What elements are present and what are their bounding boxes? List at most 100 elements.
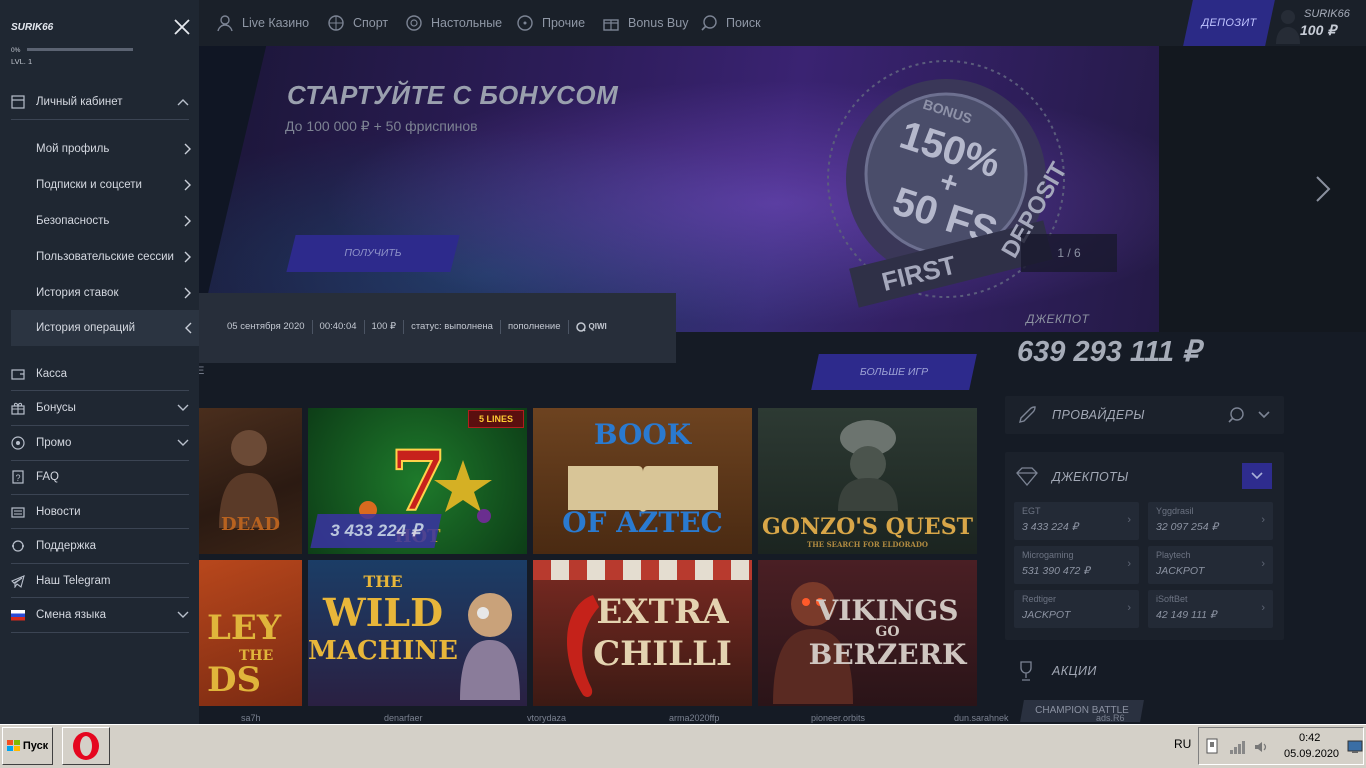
game-tile[interactable]: EXTRA CHILLI — [533, 560, 752, 706]
account-icon — [11, 95, 25, 109]
winner-name: pioneer.orbits — [811, 713, 866, 723]
jackpot-cell[interactable]: Playtech JACKPOT › — [1148, 546, 1273, 584]
promo-banner[interactable]: СТАРТУЙТЕ С БОНУСОМ До 100 000 ₽ + 50 фр… — [199, 46, 1366, 332]
providers-title: ПРОВАЙДЕРЫ — [1052, 408, 1145, 422]
game-subtitle: THE SEARCH FOR ELDORADO — [806, 540, 929, 549]
chevron-right-icon: › — [1127, 602, 1131, 614]
chevron-right-icon — [184, 132, 192, 166]
chevron-right-icon: › — [1261, 558, 1265, 570]
winner-name: dun.sarahnek — [954, 713, 1009, 723]
sidebar-subitem-bet-history[interactable]: История ставок — [36, 276, 192, 310]
nav-search[interactable]: Поиск — [700, 0, 761, 46]
sidebar-item-news[interactable]: Новости — [11, 495, 189, 529]
more-games-button[interactable]: БОЛЬШЕ ИГР — [811, 354, 977, 390]
game-tile[interactable]: LEY THE DS — [199, 560, 302, 706]
svg-text:?: ? — [15, 473, 20, 483]
sidebar-item-support[interactable]: Поддержка — [11, 529, 189, 563]
opera-taskbar-button[interactable] — [62, 727, 110, 765]
game-tile[interactable]: DEAD — [199, 408, 302, 554]
clock-time[interactable]: 0:42 — [1299, 732, 1320, 744]
chevron-right-icon — [184, 204, 192, 238]
chevron-right-icon: › — [1261, 602, 1265, 614]
deposit-button[interactable]: ДЕПОЗИТ — [1183, 0, 1275, 46]
sidebar-item-label: Касса — [36, 368, 67, 380]
operation-type: пополнение — [501, 320, 569, 334]
chevron-down-icon — [177, 391, 189, 425]
chevron-right-icon — [184, 168, 192, 202]
trophy-icon — [1020, 661, 1032, 681]
game-tile[interactable]: GONZO'S QUEST THE SEARCH FOR ELDORADO — [758, 408, 977, 554]
providers-panel[interactable]: ПРОВАЙДЕРЫ — [1005, 396, 1284, 434]
jackpot-cell[interactable]: Yggdrasil 32 097 254 ₽ › — [1148, 502, 1273, 540]
winner-name: arma2020ffp — [669, 713, 720, 723]
windows-logo-icon — [6, 740, 20, 751]
close-icon[interactable] — [172, 17, 192, 37]
promo-icon — [11, 436, 25, 450]
signal-icon[interactable] — [1229, 740, 1247, 754]
jackpot-provider: iSoftBet — [1156, 594, 1188, 604]
sidebar-item-language[interactable]: Смена языка — [11, 598, 189, 632]
sidebar-item-cashier[interactable]: Касса — [11, 357, 189, 391]
game-title-3: BERZERK — [808, 638, 967, 671]
language-indicator[interactable]: RU — [1174, 737, 1191, 751]
chevron-down-icon[interactable] — [1257, 409, 1271, 421]
sidebar-subitem-sessions[interactable]: Пользовательские сессии — [36, 240, 192, 274]
jackpot-cell[interactable]: Redtiger JACKPOT › — [1014, 590, 1139, 628]
nav-live-casino[interactable]: Live Казино — [216, 0, 309, 46]
game-title: OF AZTEC — [562, 506, 723, 539]
sidebar-subitem-profile[interactable]: Мой профиль — [36, 132, 192, 166]
jackpots-toggle-button[interactable] — [1242, 463, 1272, 489]
game-title-top: BOOK — [593, 418, 692, 451]
taskbar — [0, 724, 1366, 768]
nav-sport[interactable]: Спорт — [327, 0, 388, 46]
news-icon — [11, 507, 25, 518]
jackpot-amount: 3 433 224 ₽ — [1022, 521, 1079, 533]
game-tile[interactable]: VIKINGS GO BERZERK — [758, 560, 977, 706]
payment-method-label: QIWI — [588, 322, 607, 331]
sidebar-item-account[interactable]: Личный кабинет — [11, 85, 189, 119]
sidebar-item-promo[interactable]: Промо — [11, 426, 189, 460]
jackpot-label: ДЖЕКПОТ — [1026, 312, 1090, 326]
nav-bonus-buy[interactable]: Bonus Buy — [602, 0, 688, 46]
telegram-icon — [11, 575, 25, 588]
sidebar-item-bonuses[interactable]: Бонусы — [11, 391, 189, 425]
start-button[interactable]: Пуск — [2, 727, 53, 765]
game-tile[interactable]: THE WILD MACHINE — [308, 560, 527, 706]
game-title-2: CHILLI — [593, 634, 732, 674]
game-title: VIKINGS — [816, 594, 959, 627]
sidebar-item-faq[interactable]: ? FAQ — [11, 460, 189, 494]
slide-counter: 1 / 6 — [1021, 234, 1117, 272]
jackpot-amount: JACKPOT — [1022, 609, 1071, 621]
nav-table-games[interactable]: Настольные — [405, 0, 502, 46]
operation-row[interactable]: 05 сентября 2020 00:40:04 100 ₽ статус: … — [227, 320, 614, 334]
jackpot-cell[interactable]: EGT 3 433 224 ₽ › — [1014, 502, 1139, 540]
search-icon[interactable] — [1227, 406, 1245, 424]
scientist-icon — [460, 593, 520, 700]
jackpot-cell[interactable]: iSoftBet 42 149 111 ₽ › — [1148, 590, 1273, 628]
game-tile[interactable]: BOOK OF AZTEC — [533, 408, 752, 554]
avatar[interactable] — [1276, 6, 1300, 44]
network-icon[interactable] — [1205, 738, 1221, 756]
support-icon — [12, 540, 24, 552]
clock-date[interactable]: 05.09.2020 — [1284, 748, 1339, 760]
faq-icon: ? — [12, 470, 24, 484]
volume-icon[interactable] — [1253, 739, 1269, 755]
sidebar-subitem-security[interactable]: Безопасность — [36, 204, 192, 238]
table-games-icon — [406, 15, 422, 31]
sidebar-subitem-label: Подписки и соцсети — [36, 179, 142, 191]
divider — [11, 632, 189, 633]
winners-strip: sa7h denarfaer vtorydaza arma2020ffp pio… — [199, 713, 1199, 724]
sidebar-item-telegram[interactable]: Наш Telegram — [11, 564, 189, 598]
show-desktop-icon[interactable] — [1347, 740, 1363, 754]
sidebar-subitem-subscriptions[interactable]: Подписки и соцсети — [36, 168, 192, 202]
jackpot-cell[interactable]: Microgaming 531 390 472 ₽ › — [1014, 546, 1139, 584]
chevron-right-icon — [184, 240, 192, 274]
jackpot-amount: 32 097 254 ₽ — [1156, 521, 1219, 533]
sidebar-subitem-operations-history[interactable]: История операций — [36, 311, 192, 345]
chevron-right-icon[interactable] — [1313, 174, 1333, 204]
nav-other[interactable]: Прочие — [516, 0, 585, 46]
banner-title: СТАРТУЙТЕ С БОНУСОМ — [287, 80, 619, 110]
sidebar-item-label: Смена языка — [36, 609, 106, 621]
get-bonus-button[interactable]: ПОЛУЧИТЬ — [286, 235, 460, 272]
sidebar-item-label: Бонусы — [36, 402, 76, 414]
